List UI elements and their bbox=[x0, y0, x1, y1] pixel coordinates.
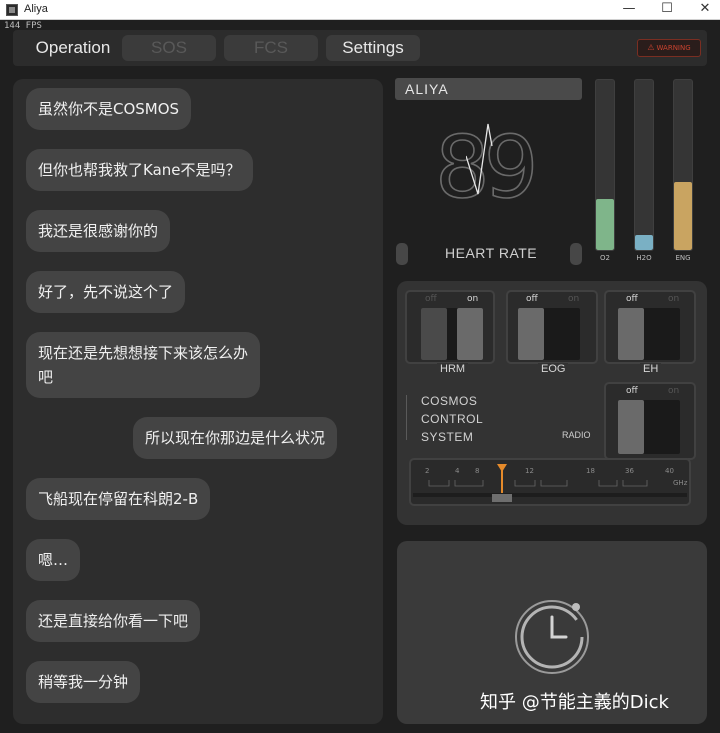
eh-switch[interactable]: off on bbox=[604, 290, 696, 364]
tuner-tick-label: 4 bbox=[455, 467, 460, 475]
window-title: Aliya bbox=[24, 3, 48, 15]
title-line: COSMOS bbox=[421, 394, 478, 408]
eng-gauge bbox=[673, 79, 693, 251]
chat-message: 所以现在你那边是什么状况 bbox=[133, 417, 338, 459]
tab-bar: Operation SOS FCS Settings ⚠ WARNING bbox=[13, 30, 707, 66]
minimize-button[interactable]: — bbox=[610, 0, 648, 20]
tab-sos[interactable]: SOS bbox=[122, 35, 216, 61]
chat-message: 飞船现在停留在科朗2-B bbox=[26, 478, 211, 520]
tab-fcs[interactable]: FCS bbox=[224, 35, 318, 61]
h2o-gauge bbox=[634, 79, 654, 251]
chat-message: 虽然你不是COSMOS bbox=[26, 88, 192, 130]
window-titlebar: Aliya — ☐ ✕ bbox=[0, 0, 720, 20]
radio-switch[interactable]: off on bbox=[604, 382, 696, 460]
tuner-tick-label: 2 bbox=[425, 467, 429, 475]
clock-icon[interactable] bbox=[510, 595, 596, 681]
radio-switch-thumb[interactable] bbox=[618, 400, 644, 454]
o2-gauge-fill bbox=[596, 199, 614, 250]
eog-switch-track bbox=[518, 308, 580, 360]
eh-switch-track bbox=[618, 308, 680, 360]
chat-message: 我还是很感谢你的 bbox=[26, 210, 171, 252]
eh-off-label: off bbox=[626, 294, 638, 304]
h2o-gauge-fill bbox=[635, 234, 653, 250]
left-knob bbox=[396, 243, 408, 265]
divider bbox=[406, 395, 407, 440]
tuner-unit: GHz bbox=[673, 479, 688, 487]
eog-switch-thumb[interactable] bbox=[518, 308, 544, 360]
o2-gauge bbox=[595, 79, 615, 251]
title-line: CONTROL bbox=[421, 412, 484, 426]
hrm-switch[interactable]: off on bbox=[405, 290, 495, 364]
radio-tuner[interactable]: 2 4 8 12 18 36 40 GHz bbox=[409, 458, 691, 506]
o2-label: O2 bbox=[600, 254, 610, 262]
tuner-scale: 2 4 8 12 18 36 40 GHz bbox=[413, 464, 688, 502]
tab-settings[interactable]: Settings bbox=[326, 35, 420, 61]
tuner-tick-label: 18 bbox=[586, 467, 595, 475]
hrm-on-label: on bbox=[467, 294, 479, 304]
title-line: SYSTEM bbox=[421, 430, 474, 444]
warning-triangle-icon: ⚠ bbox=[647, 43, 655, 52]
radio-switch-track bbox=[618, 400, 680, 454]
app-icon bbox=[6, 4, 18, 16]
chat-message: 好了，先不说这个了 bbox=[26, 271, 186, 313]
hrm-switch-track bbox=[421, 308, 483, 360]
tuner-marker[interactable] bbox=[492, 464, 512, 502]
warning-button[interactable]: ⚠ WARNING bbox=[637, 39, 701, 57]
tab-operation[interactable]: Operation bbox=[22, 35, 124, 61]
hrm-off-label: off bbox=[425, 294, 437, 304]
eog-switch[interactable]: off on bbox=[506, 290, 598, 364]
tuner-tick-label: 8 bbox=[475, 467, 479, 475]
right-knob bbox=[570, 243, 582, 265]
close-button[interactable]: ✕ bbox=[686, 0, 720, 20]
chat-message: 但你也帮我救了Kane不是吗？ bbox=[26, 149, 253, 191]
heart-rate-trace bbox=[466, 123, 493, 195]
chat-message: 稍等我一分钟 bbox=[26, 661, 141, 703]
heart-rate-label: HEART RATE bbox=[445, 245, 538, 261]
chat-message: 还是直接给你看一下吧 bbox=[26, 600, 201, 642]
tuner-tick-label: 12 bbox=[525, 467, 534, 475]
eh-switch-thumb[interactable] bbox=[618, 308, 644, 360]
chat-message: 嗯… bbox=[26, 539, 81, 581]
eog-label: EOG bbox=[538, 363, 569, 375]
eh-label: EH bbox=[640, 363, 662, 375]
h2o-label: H2O bbox=[636, 254, 652, 262]
eog-off-label: off bbox=[526, 294, 538, 304]
maximize-button[interactable]: ☐ bbox=[648, 0, 686, 20]
hrm-switch-thumb-shadow bbox=[421, 308, 447, 360]
cosmos-control-system-title: COSMOS CONTROL SYSTEM bbox=[421, 392, 483, 446]
radio-on-label: on bbox=[668, 386, 680, 396]
eng-gauge-fill bbox=[674, 182, 692, 250]
eng-label: ENG bbox=[675, 254, 691, 262]
crew-name-label: ALIYA bbox=[395, 78, 582, 100]
eog-on-label: on bbox=[568, 294, 580, 304]
hrm-switch-thumb[interactable] bbox=[457, 308, 483, 360]
hrm-label: HRM bbox=[437, 363, 469, 375]
radio-label: RADIO bbox=[562, 430, 591, 440]
radio-off-label: off bbox=[626, 386, 638, 396]
chat-message: 现在还是先想想接下来该怎么办 吧 bbox=[26, 332, 261, 398]
warning-label: WARNING bbox=[656, 44, 691, 52]
tuner-tick-label: 36 bbox=[625, 467, 634, 475]
tuner-tick-label: 40 bbox=[665, 467, 674, 475]
watermark: 知乎 @节能主義的Dick bbox=[480, 692, 669, 713]
eh-on-label: on bbox=[668, 294, 680, 304]
